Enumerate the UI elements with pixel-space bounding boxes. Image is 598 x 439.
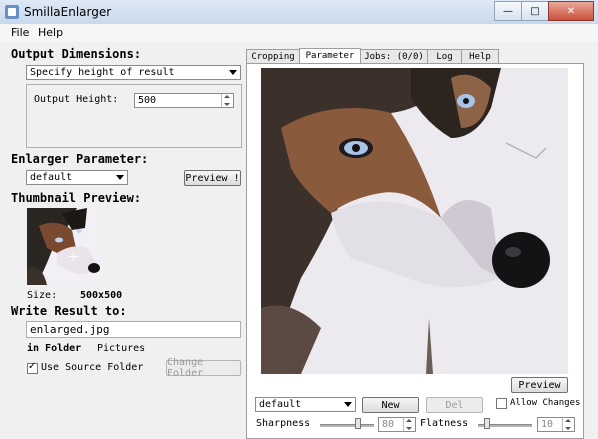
chevron-down-icon [229, 70, 237, 75]
thumbnail-preview-label: Thumbnail Preview: [11, 191, 142, 205]
allow-changes-checkbox[interactable] [496, 398, 507, 409]
sharpness-value: 80 [382, 419, 395, 430]
spin-down-icon[interactable] [224, 103, 230, 106]
spin-down-icon[interactable] [406, 427, 412, 430]
minimize-button[interactable]: — [494, 1, 522, 21]
maximize-button[interactable]: □ [521, 1, 549, 21]
enlarger-preset-select[interactable]: default [26, 170, 128, 185]
flatness-label: Flatness [420, 418, 469, 429]
tab-jobs[interactable]: Jobs: (0/0) [360, 49, 428, 63]
sharpness-label: Sharpness [256, 418, 311, 429]
window-title: SmillaEnlarger [24, 5, 112, 19]
output-height-spinbox[interactable]: 500 [134, 93, 234, 108]
thumbnail-dog-picture [27, 208, 103, 285]
thumbnail-image[interactable] [27, 208, 103, 285]
spin-up-icon[interactable] [406, 419, 412, 422]
spin-buttons[interactable] [562, 418, 574, 431]
use-source-folder-label: Use Source Folder [41, 362, 144, 373]
parameter-preset-select[interactable]: default [255, 397, 356, 412]
title-bar: SmillaEnlarger — □ ✕ [0, 0, 598, 25]
folder-value: Pictures [97, 343, 146, 354]
menu-file[interactable]: File [11, 26, 29, 39]
spin-buttons[interactable] [403, 418, 415, 431]
flatness-value: 10 [541, 419, 554, 430]
preview-dog-picture [261, 68, 568, 374]
chevron-down-icon [116, 175, 124, 180]
menu-bar: File Help [0, 24, 598, 42]
spin-up-icon[interactable] [224, 95, 230, 98]
chevron-down-icon [344, 402, 352, 407]
enlarger-parameter-label: Enlarger Parameter: [11, 152, 149, 166]
sharpness-spinbox[interactable]: 80 [378, 417, 416, 432]
output-height-value: 500 [138, 95, 157, 106]
flatness-spinbox[interactable]: 10 [537, 417, 575, 432]
output-mode-value: Specify height of result [30, 67, 175, 78]
size-value: 500x500 [80, 290, 123, 301]
flatness-slider-handle[interactable] [484, 418, 490, 429]
preview-image[interactable] [261, 68, 568, 374]
parameter-preset-value: default [259, 399, 302, 410]
tab-parameter[interactable]: Parameter [299, 48, 361, 63]
sharpness-slider[interactable] [320, 424, 374, 427]
write-result-label: Write Result to: [11, 304, 127, 318]
close-button[interactable]: ✕ [548, 1, 594, 21]
crosshair-icon[interactable] [69, 252, 78, 261]
output-filename-input[interactable]: enlarged.jpg [26, 321, 241, 338]
spin-down-icon[interactable] [565, 427, 571, 430]
output-dimensions-label: Output Dimensions: [11, 47, 142, 61]
spin-buttons[interactable] [221, 94, 233, 107]
change-folder-button[interactable]: Change Folder [166, 357, 241, 379]
output-mode-select[interactable]: Specify height of result [26, 65, 241, 80]
allow-changes-label: Allow Changes [510, 398, 581, 408]
tab-cropping[interactable]: Cropping [246, 49, 300, 63]
enlarger-preset-value: default [30, 172, 73, 183]
delete-preset-button[interactable]: Del [426, 397, 483, 413]
preview-now-button[interactable]: Preview ! [184, 170, 241, 186]
sharpness-slider-handle[interactable] [355, 418, 361, 429]
new-preset-button[interactable]: New [362, 397, 419, 413]
menu-help[interactable]: Help [38, 26, 63, 39]
preview-button[interactable]: Preview [511, 377, 568, 393]
use-source-folder-checkbox[interactable] [27, 361, 38, 374]
tab-help[interactable]: Help [461, 49, 499, 63]
output-height-label: Output Height: [34, 94, 119, 105]
app-icon [5, 5, 19, 19]
tab-log[interactable]: Log [427, 49, 462, 63]
in-folder-label: in Folder [27, 343, 82, 354]
spin-up-icon[interactable] [565, 419, 571, 422]
output-height-group: Output Height: 500 [26, 84, 242, 148]
size-label: Size: [27, 290, 58, 301]
